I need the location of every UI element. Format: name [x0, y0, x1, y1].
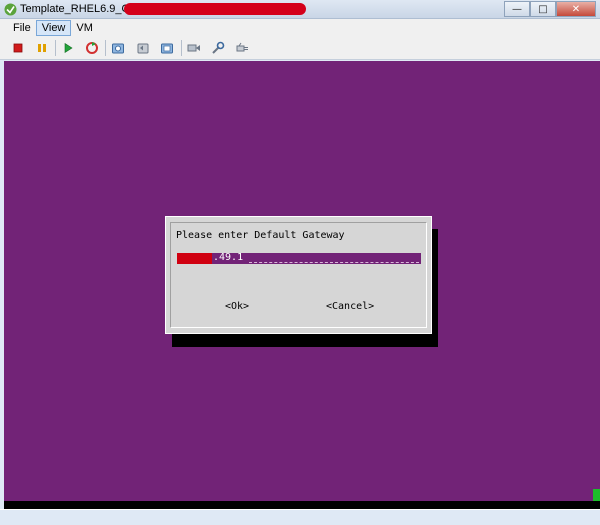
close-button[interactable]: ✕	[556, 1, 596, 17]
menu-bar: File View VM	[0, 19, 600, 36]
menu-file[interactable]: File	[8, 21, 36, 35]
play-icon	[64, 42, 73, 54]
send-keys-icon	[187, 44, 200, 52]
dialog-prompt: Please enter Default Gateway	[176, 230, 345, 241]
send-ctrl-alt-del-button[interactable]	[185, 39, 203, 57]
suspend-button[interactable]	[33, 39, 51, 57]
minimize-button[interactable]: —	[504, 1, 530, 17]
pause-icon	[38, 44, 46, 52]
redacted-gateway-prefix	[177, 253, 212, 264]
gateway-input[interactable]: .49.1	[177, 252, 421, 264]
redacted-title-part	[124, 3, 306, 15]
window-controls: — □ ✕	[504, 1, 596, 18]
title-bar: Template_RHEL6.9_OS_x64 — □ ✕	[0, 0, 600, 19]
revert-snapshot-button[interactable]	[134, 39, 152, 57]
input-underline	[249, 262, 419, 263]
power-on-button[interactable]	[59, 39, 77, 57]
manage-snapshot-icon	[161, 43, 173, 54]
default-gateway-dialog: Please enter Default Gateway .49.1 <Ok> …	[165, 216, 432, 334]
maximize-button[interactable]: □	[530, 1, 556, 17]
vm-settings-button[interactable]	[209, 39, 227, 57]
take-snapshot-button[interactable]	[109, 39, 127, 57]
menu-view[interactable]: View	[35, 19, 72, 36]
snapshot-manager-button[interactable]	[158, 39, 176, 57]
toolbar	[0, 36, 600, 60]
cancel-button[interactable]: <Cancel>	[326, 301, 374, 312]
reset-icon	[86, 42, 98, 54]
menu-vm[interactable]: VM	[71, 21, 98, 35]
ok-button[interactable]: <Ok>	[225, 301, 249, 312]
vsphere-app-icon	[4, 3, 17, 16]
console-bottom-bar	[4, 501, 600, 509]
status-bar	[0, 509, 600, 525]
connect-device-button[interactable]	[233, 39, 251, 57]
revert-snapshot-icon	[137, 43, 149, 54]
settings-icon	[212, 41, 225, 54]
snapshot-icon	[112, 43, 124, 54]
status-indicator	[593, 489, 600, 501]
reset-button[interactable]	[83, 39, 101, 57]
gateway-input-value: .49.1	[213, 252, 244, 263]
connect-device-icon	[236, 42, 248, 52]
power-off-button[interactable]	[9, 39, 27, 57]
stop-square-icon	[13, 43, 23, 53]
